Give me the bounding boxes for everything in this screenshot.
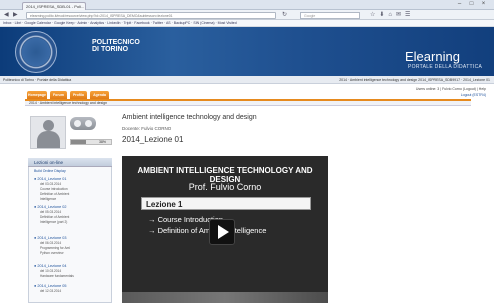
lesson-topic[interactable]: Course introduction [40, 187, 68, 191]
video-presenter: Prof. Fulvio Corno [188, 182, 262, 192]
lesson-item-title[interactable]: 2014_Lezione 02 [37, 205, 66, 209]
play-icon[interactable] [218, 225, 229, 239]
logout-link[interactable]: Logout (ESTR4) [461, 93, 486, 97]
lesson-title: 2014_Lezione 01 [122, 135, 184, 144]
university-seal [15, 31, 57, 73]
avatar-head [43, 120, 54, 131]
toggle-dot [85, 120, 92, 127]
maximize-icon[interactable]: □ [467, 1, 476, 8]
toolbar-icons[interactable]: ☆⬇⌂✉☰ [370, 11, 414, 19]
lesson-date: del 03.03.2014 [40, 182, 62, 186]
avatar-body [37, 131, 60, 148]
lesson-topic[interactable]: Intelligence [40, 197, 56, 201]
url-field[interactable]: elearning.polito.it/mod/resource/view.ph… [26, 12, 276, 19]
course-subbar: 2014 · Ambient intelligence technology a… [25, 99, 471, 106]
lessons-order[interactable]: Build Ordine Display [34, 168, 66, 175]
lesson-item-title[interactable]: 2014_Lezione 04 [37, 264, 66, 268]
tab-profilo[interactable]: Profilo [70, 91, 87, 99]
tab-homepage[interactable]: Homepage [27, 91, 47, 99]
lesson-date: del 06.03.2014 [40, 241, 62, 245]
breadcrumb-right: 2014 · Ambient intelligence technology a… [339, 78, 490, 82]
lesson-date: del 12.03.2014 [40, 289, 62, 293]
progress-label: 38% [99, 140, 107, 144]
progress-fill [71, 140, 87, 144]
lesson-topic[interactable]: Definition of Ambient [40, 215, 69, 219]
lesson-topic[interactable]: Python overview [40, 251, 63, 255]
portal-subtitle: PORTALE DELLA DIDATTICA [408, 64, 483, 70]
course-title: Ambient intelligence technology and desi… [122, 114, 257, 121]
lesson-item-title[interactable]: 2014_Lezione 01 [37, 177, 66, 181]
lesson-date: del 10.03.2014 [40, 269, 62, 273]
lesson-topic[interactable]: Definition of Ambient [40, 192, 69, 196]
course-teacher: Docente: Fulvio CORNO [122, 126, 172, 131]
lesson-topic[interactable]: Hardware fundamentals [40, 274, 74, 278]
users-online[interactable]: Users online: 3 | Fulvio Corno (Logout) … [416, 87, 486, 92]
lesson-topic[interactable]: Intelligence (part 2) [40, 220, 67, 224]
bookmarks-bar[interactable]: Inbox · Libri · Google Calendar · Google… [0, 20, 494, 27]
video-slide-title: Lezione 1 [141, 197, 311, 210]
elearning-title: Elearning [405, 49, 460, 64]
university-name[interactable]: POLITECNICO DI TORINO [92, 39, 140, 53]
search-field[interactable]: Google [300, 12, 360, 19]
lesson-item-title[interactable]: 2014_Lezione 03 [37, 236, 66, 240]
lesson-date: del 05.03.2014 [40, 210, 62, 214]
reload-icon[interactable]: ↻ [282, 12, 287, 19]
tab-agenda[interactable]: Agenda [90, 91, 109, 99]
back-icon[interactable]: ◀ [4, 12, 9, 19]
video-bullet: → Definition of Ambient Intelligence [148, 226, 267, 235]
video-footer [122, 292, 328, 303]
tab-forum[interactable]: Forum [50, 91, 67, 99]
lesson-topic[interactable]: Programming for AmI [40, 246, 70, 250]
browser-tab[interactable]: 2014_ISPRESA_SDB-01 - Poli... [22, 2, 86, 10]
toggle-dot [74, 120, 81, 127]
lessons-panel-title[interactable]: Lezioni on-line [28, 158, 112, 167]
close-icon[interactable]: × [479, 1, 488, 8]
forward-icon[interactable]: ▶ [13, 12, 18, 19]
minimize-icon[interactable]: – [455, 1, 464, 8]
lesson-item-title[interactable]: 2014_Lezione 05 [37, 284, 66, 288]
